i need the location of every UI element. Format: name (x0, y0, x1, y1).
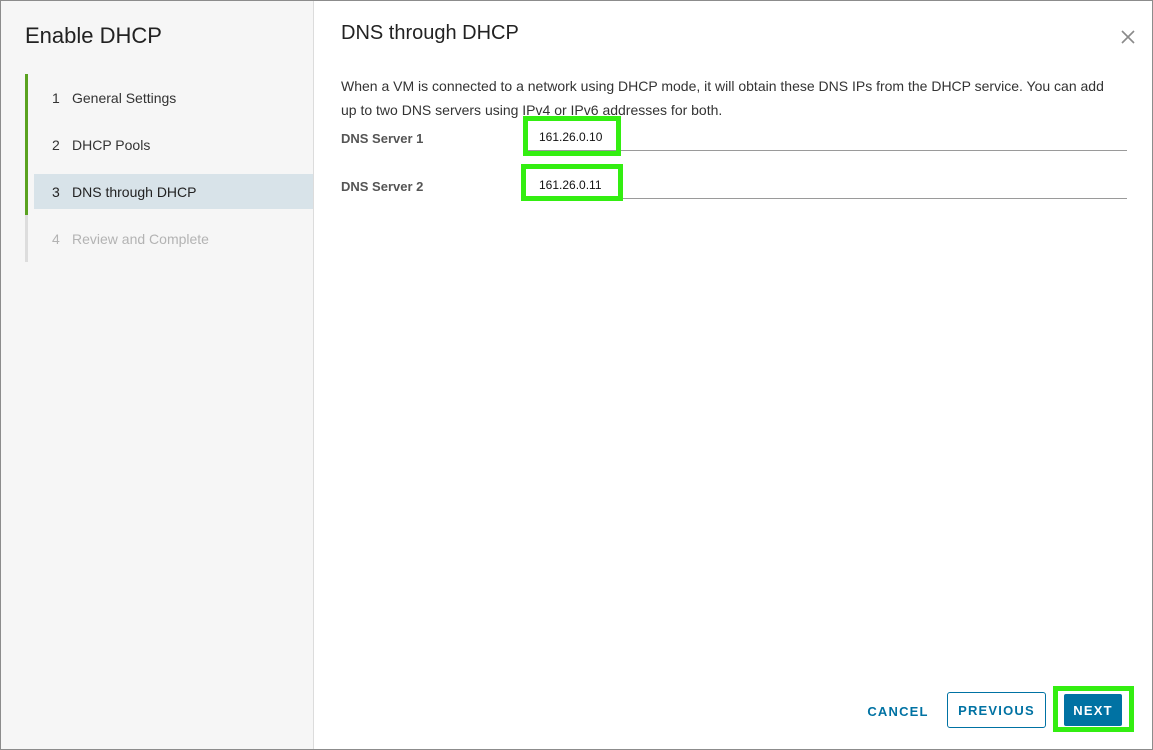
close-icon (1121, 30, 1135, 44)
wizard-dialog: Enable DHCP 1 General Settings 2 DHCP Po… (0, 0, 1153, 750)
page-description: When a VM is connected to a network usin… (341, 78, 1104, 118)
dns-server-2-label: DNS Server 2 (341, 179, 424, 194)
dns-server-1-input[interactable] (527, 124, 1127, 150)
step-number: 3 (52, 183, 60, 200)
wizard-title: Enable DHCP (25, 23, 162, 48)
step-dhcp-pools[interactable]: 2 DHCP Pools (25, 121, 313, 168)
dns-server-2-field[interactable] (527, 172, 1127, 199)
wizard-steps: 1 General Settings 2 DHCP Pools 3 DNS th… (25, 74, 313, 262)
step-dns-through-dhcp[interactable]: 3 DNS through DHCP (25, 168, 313, 215)
step-review-and-complete: 4 Review and Complete (25, 215, 313, 262)
close-button[interactable] (1120, 29, 1136, 45)
step-number: 4 (52, 230, 60, 247)
step-general-settings[interactable]: 1 General Settings (25, 74, 313, 121)
cancel-button[interactable]: CANCEL (862, 693, 934, 729)
step-label: DNS through DHCP (72, 183, 197, 200)
step-number: 2 (52, 136, 60, 153)
step-number: 1 (52, 89, 60, 106)
wizard-content: DNS through DHCP When a VM is connected … (314, 1, 1152, 749)
step-label: DHCP Pools (72, 136, 151, 153)
page-title: DNS through DHCP (341, 22, 519, 44)
previous-button[interactable]: PREVIOUS (947, 692, 1046, 728)
step-label: Review and Complete (72, 230, 209, 247)
dns-server-1-field[interactable] (527, 124, 1127, 151)
next-button[interactable]: NEXT (1064, 694, 1122, 726)
dns-server-1-label: DNS Server 1 (341, 131, 424, 146)
dns-server-2-input[interactable] (527, 172, 1127, 198)
step-label: General Settings (72, 89, 177, 106)
wizard-sidebar: Enable DHCP 1 General Settings 2 DHCP Po… (1, 1, 314, 749)
